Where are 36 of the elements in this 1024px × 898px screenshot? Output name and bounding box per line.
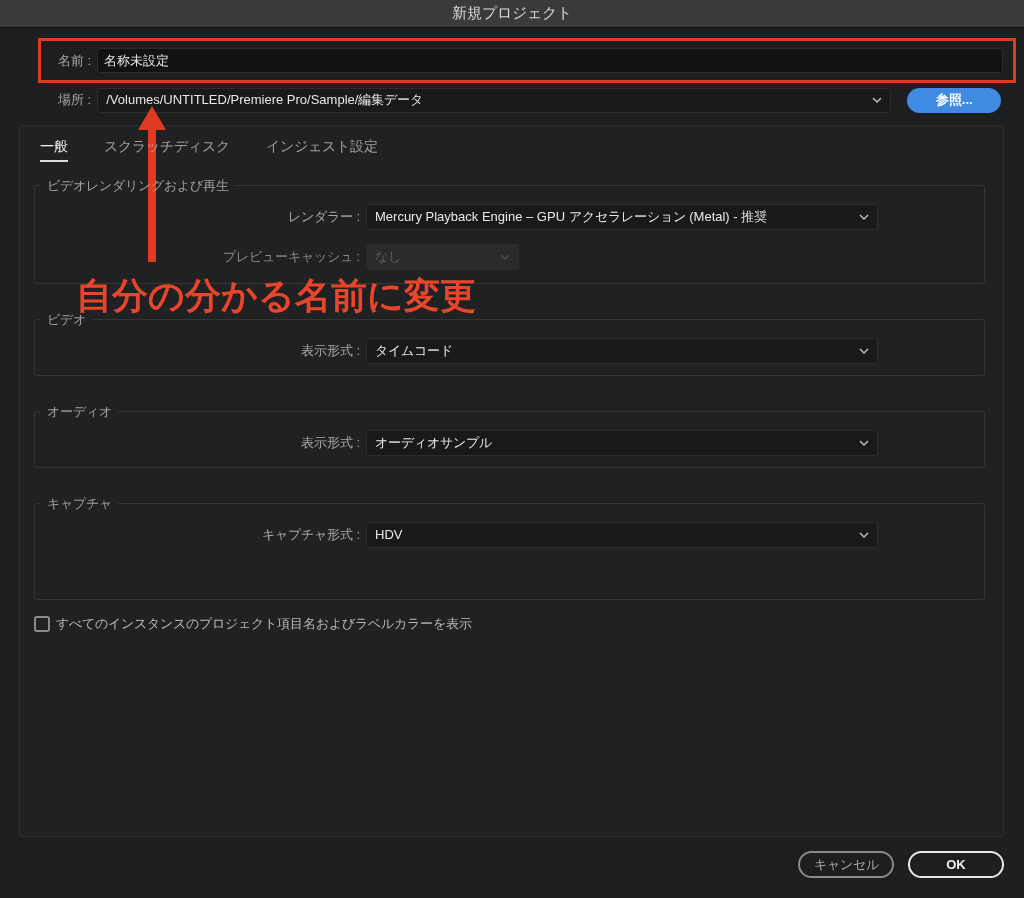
- checkbox-label: すべてのインスタンスのプロジェクト項目名およびラベルカラーを表示: [56, 615, 472, 633]
- chevron-down-icon: [500, 253, 510, 260]
- dropdown-value: オーディオサンプル: [375, 433, 492, 452]
- chevron-down-icon: [859, 531, 869, 538]
- field-label: 表示形式 :: [299, 341, 361, 360]
- field-label: 名前 :: [58, 51, 92, 70]
- dropdown[interactable]: オーディオサンプル: [366, 429, 878, 456]
- field-label: 場所 :: [58, 91, 92, 110]
- section-title: ビデオ: [46, 312, 86, 329]
- dropdown-value: /Volumes/UNTITLED/Premiere Pro/Sample/編集データ: [106, 91, 424, 110]
- tab[interactable]: 一般: [40, 136, 68, 162]
- field-label: プレビューキャッシュ :: [221, 247, 361, 266]
- browse-button[interactable]: 参照...: [907, 87, 1002, 113]
- field-label: レンダラー :: [286, 207, 361, 226]
- dropdown-value: Mercury Playback Engine – GPU アクセラレーション (Metal) - 推奨: [375, 207, 768, 226]
- field-label: 表示形式 :: [299, 433, 361, 452]
- dropdown[interactable]: タイムコード: [366, 337, 878, 364]
- chevron-down-icon: [859, 347, 869, 354]
- checkbox[interactable]: [34, 615, 50, 632]
- chevron-down-icon: [872, 97, 883, 103]
- name-input-field[interactable]: 名称未設定: [97, 48, 1003, 73]
- tab[interactable]: インジェスト設定: [266, 136, 378, 160]
- window-title: 新規プロジェクト: [452, 3, 572, 24]
- ok-button[interactable]: OK: [908, 851, 1004, 878]
- dropdown-value: HDV: [375, 525, 403, 544]
- chevron-down-icon: [859, 439, 869, 446]
- section-title: オーディオ: [46, 403, 113, 421]
- dropdown[interactable]: HDV: [366, 521, 878, 548]
- annotation-text: 自分の分かる名前に変更: [76, 278, 476, 314]
- dropdown-value: タイムコード: [375, 341, 453, 360]
- cancel-button[interactable]: キャンセル: [798, 851, 894, 878]
- field-label: キャプチャ形式 :: [260, 525, 361, 544]
- dropdown[interactable]: Mercury Playback Engine – GPU アクセラレーション (Metal) - 推奨: [366, 203, 878, 230]
- chevron-down-icon: [859, 213, 869, 220]
- location-dropdown[interactable]: /Volumes/UNTITLED/Premiere Pro/Sample/編集データ: [97, 87, 892, 113]
- section-title: キャプチャ: [46, 495, 113, 513]
